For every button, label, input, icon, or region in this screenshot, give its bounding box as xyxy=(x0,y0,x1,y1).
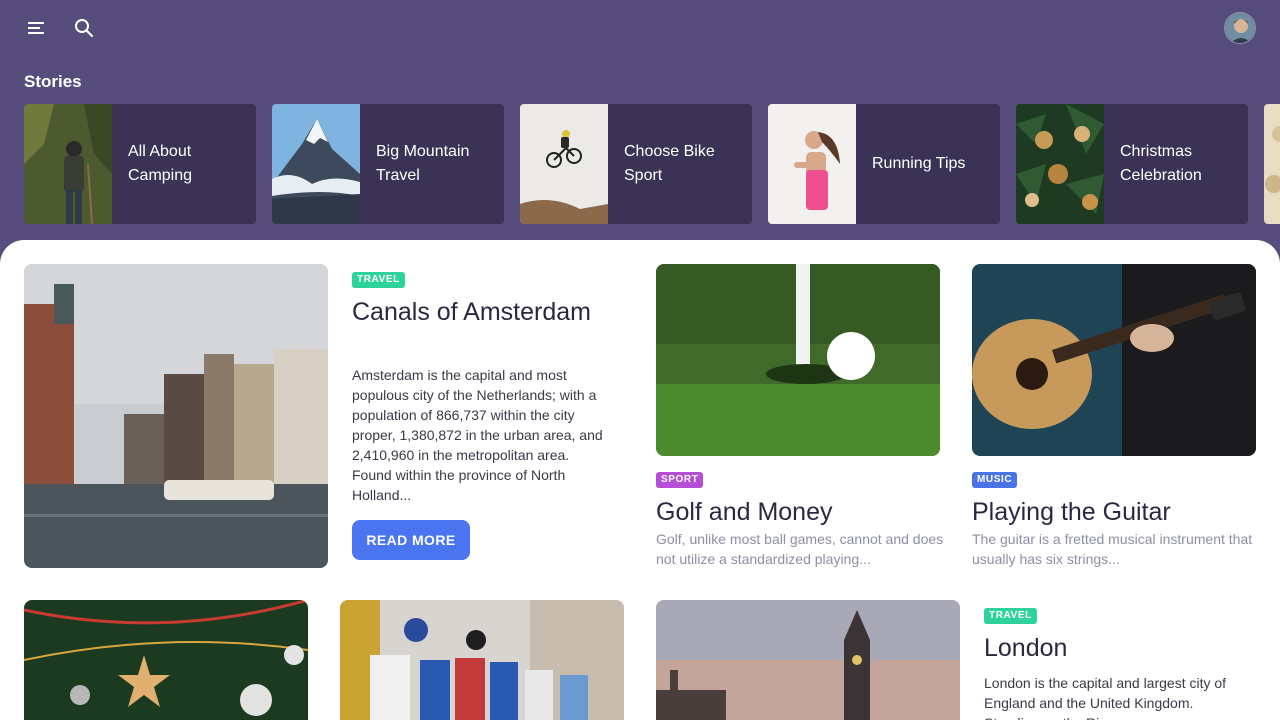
stories-heading: Stories xyxy=(24,72,82,91)
category-tag[interactable]: MUSIC xyxy=(972,472,1018,488)
story-card-christmas[interactable]: Christmas Celebration xyxy=(1016,104,1248,224)
story-label: All About Camping xyxy=(128,143,193,184)
story-label: Christmas Celebration xyxy=(1120,143,1202,184)
article-title[interactable]: Golf and Money xyxy=(656,498,946,526)
content-panel: TRAVEL Canals of Amsterdam Amsterdam is … xyxy=(0,240,1280,720)
article-title[interactable]: London xyxy=(984,634,1244,662)
story-card-running[interactable]: Running Tips xyxy=(768,104,1000,224)
stories-carousel[interactable]: All About Camping Big Mountain Travel Ch… xyxy=(24,104,1280,224)
search-icon[interactable] xyxy=(70,14,98,42)
london-image[interactable] xyxy=(656,600,960,720)
hamburger-menu-icon[interactable] xyxy=(22,14,50,42)
top-bar xyxy=(0,0,1280,56)
category-tag[interactable]: TRAVEL xyxy=(352,272,405,288)
christmas-image[interactable] xyxy=(24,600,308,720)
category-tag[interactable]: TRAVEL xyxy=(984,608,1037,624)
mountain-thumbnail xyxy=(272,104,360,224)
amsterdam-image[interactable] xyxy=(24,264,328,568)
article-excerpt: Amsterdam is the capital and most populo… xyxy=(352,367,603,503)
christmas-thumbnail xyxy=(1016,104,1104,224)
article-excerpt: London is the capital and largest city o… xyxy=(984,675,1227,720)
guitar-image[interactable] xyxy=(972,264,1256,456)
running-thumbnail xyxy=(768,104,856,224)
article-excerpt: Golf, unlike most ball games, cannot and… xyxy=(656,531,944,567)
bike-thumbnail xyxy=(520,104,608,224)
story-card-partial[interactable] xyxy=(1264,104,1280,224)
camping-thumbnail xyxy=(24,104,112,224)
category-tag[interactable]: SPORT xyxy=(656,472,704,488)
article-title[interactable]: Canals of Amsterdam xyxy=(352,298,612,326)
article-title[interactable]: Playing the Guitar xyxy=(972,498,1262,526)
cycling-image[interactable] xyxy=(340,600,624,720)
story-label: Choose Bike Sport xyxy=(624,143,715,184)
article-excerpt: The guitar is a fretted musical instrume… xyxy=(972,531,1253,567)
story-thumbnail xyxy=(1264,104,1280,224)
story-card-mountain[interactable]: Big Mountain Travel xyxy=(272,104,504,224)
story-label: Big Mountain Travel xyxy=(376,143,470,184)
story-card-bike[interactable]: Choose Bike Sport xyxy=(520,104,752,224)
read-more-button[interactable]: READ MORE xyxy=(352,520,470,560)
story-label: Running Tips xyxy=(872,155,966,172)
golf-image[interactable] xyxy=(656,264,940,456)
avatar[interactable] xyxy=(1224,12,1256,44)
story-card-camping[interactable]: All About Camping xyxy=(24,104,256,224)
